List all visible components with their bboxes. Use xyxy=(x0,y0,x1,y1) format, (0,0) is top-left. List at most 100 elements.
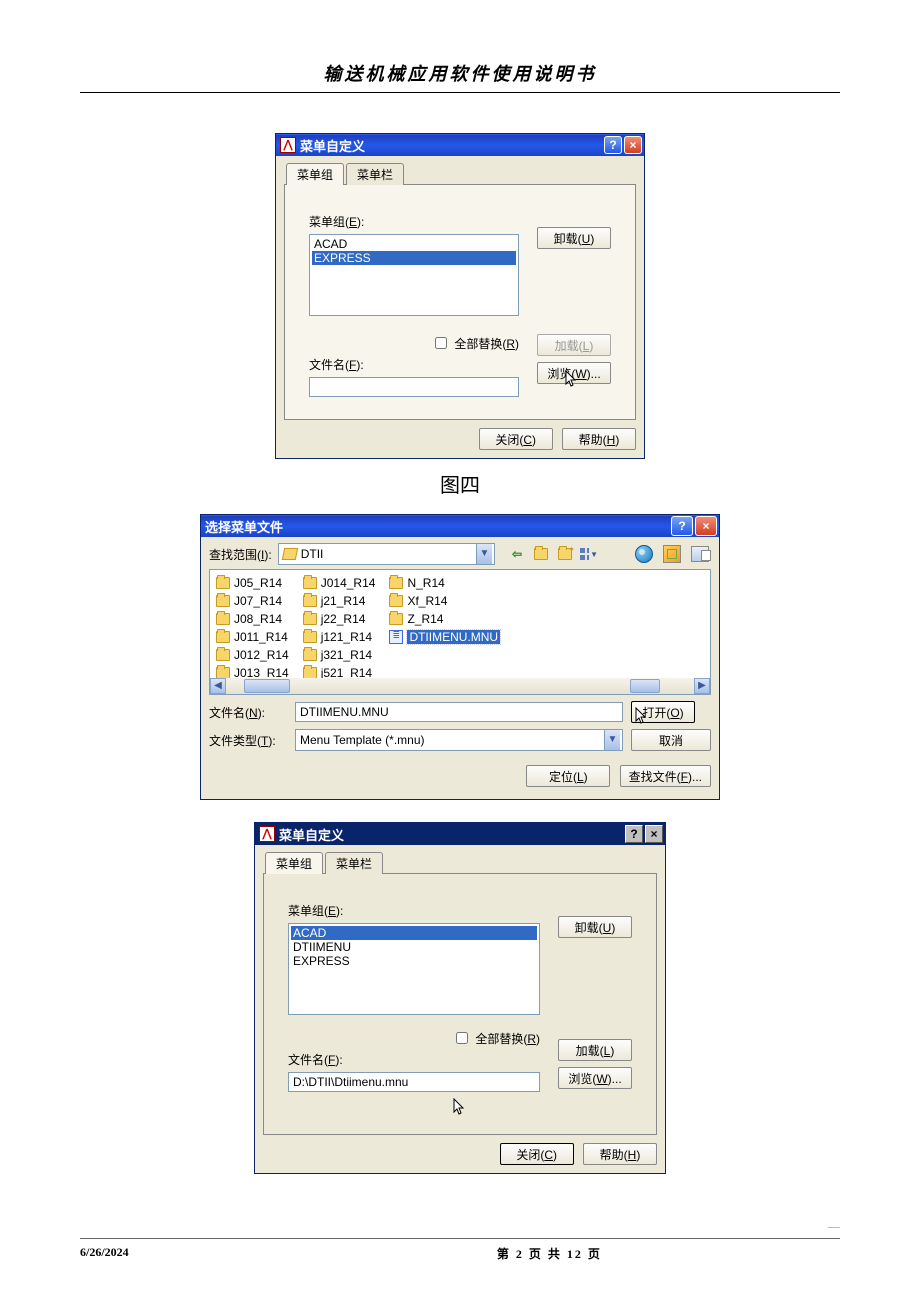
file-item-label: Xf_R14 xyxy=(407,594,447,608)
chevron-down-icon[interactable]: ▼ xyxy=(476,544,492,564)
page-footer: — 6/26/2024 第 2 页 共 12 页 xyxy=(80,1219,840,1262)
close-icon[interactable]: × xyxy=(624,136,642,154)
tab-menu-bar[interactable]: 菜单栏 xyxy=(346,163,404,185)
open-button[interactable]: 打开(O) xyxy=(631,701,695,723)
menu-customize-dialog-1: ⋀ 菜单自定义 ? × 菜单组 菜单栏 菜单组(E): xyxy=(275,133,645,459)
help-icon[interactable]: ? xyxy=(604,136,622,154)
app-icon: ⋀ xyxy=(259,826,275,842)
file-item[interactable]: j121_R14 xyxy=(303,628,376,646)
web-folder-icon[interactable] xyxy=(633,543,655,565)
file-item[interactable]: J014_R14 xyxy=(303,574,376,592)
help-button[interactable]: 帮助(H) xyxy=(562,428,636,450)
dialog3-title: 菜单自定义 xyxy=(279,825,344,844)
cancel-button[interactable]: 取消 xyxy=(631,729,711,751)
file-item-label: N_R14 xyxy=(407,576,444,590)
dialog3-titlebar[interactable]: ⋀ 菜单自定义 ? × xyxy=(255,823,665,845)
help-icon[interactable]: ? xyxy=(671,516,693,536)
listbox-item-dtiimenu[interactable]: DTIIMENU xyxy=(291,940,537,954)
folder-icon xyxy=(389,595,403,607)
listbox-item-acad[interactable]: ACAD xyxy=(291,926,537,940)
tab-menu-bar[interactable]: 菜单栏 xyxy=(325,852,383,874)
browse-button[interactable]: 浏览(W)... xyxy=(558,1067,632,1089)
file-open-dialog: 选择菜单文件 ? × 查找范围(I): DTII ▼ ⇦ xyxy=(200,514,720,800)
file-item-label: J05_R14 xyxy=(234,576,282,590)
replace-all-label: 全部替换(R) xyxy=(475,1030,540,1047)
tab-menu-group[interactable]: 菜单组 xyxy=(265,852,323,874)
scroll-thumb[interactable] xyxy=(244,679,290,693)
close-button[interactable]: 关闭(C) xyxy=(479,428,553,450)
menu-group-label: 菜单组(E): xyxy=(288,902,540,919)
file-list[interactable]: J05_R14 J07_R14 J08_R14 J011_R14J012_R14 J01… xyxy=(209,569,711,695)
file-item-selected[interactable]: DTIIMENU.MNU xyxy=(389,628,500,646)
filetype-value: Menu Template (*.mnu) xyxy=(300,733,600,747)
file-item[interactable]: Xf_R14 xyxy=(389,592,500,610)
unload-button[interactable]: 卸载(U) xyxy=(558,916,632,938)
close-icon[interactable]: × xyxy=(695,516,717,536)
file-item-label: j321_R14 xyxy=(321,648,372,662)
listbox-item-acad[interactable]: ACAD xyxy=(312,237,516,251)
views-toggle-icon[interactable] xyxy=(661,543,683,565)
filetype-combo[interactable]: Menu Template (*.mnu) ▼ xyxy=(295,729,623,751)
load-button[interactable]: 加载(L) xyxy=(558,1039,632,1061)
lookin-combo[interactable]: DTII ▼ xyxy=(278,543,495,565)
file-dialog-titlebar[interactable]: 选择菜单文件 ? × xyxy=(201,515,719,537)
help-button[interactable]: 帮助(H) xyxy=(583,1143,657,1165)
file-item[interactable]: J012_R14 xyxy=(216,646,289,664)
up-folder-icon[interactable] xyxy=(531,544,551,564)
file-item[interactable]: J05_R14 xyxy=(216,574,289,592)
file-item[interactable]: j321_R14 xyxy=(303,646,376,664)
help-icon[interactable]: ? xyxy=(625,825,643,843)
close-button[interactable]: 关闭(C) xyxy=(500,1143,574,1165)
file-item-label: J08_R14 xyxy=(234,612,282,626)
new-folder-icon[interactable] xyxy=(555,544,575,564)
mouse-cursor-icon xyxy=(453,1098,467,1116)
folder-icon xyxy=(216,649,230,661)
scroll-left-icon[interactable]: ◀ xyxy=(210,678,226,694)
menu-group-listbox[interactable]: ACAD EXPRESS xyxy=(309,234,519,316)
preview-toggle-icon[interactable] xyxy=(689,543,711,565)
load-button: 加载(L) xyxy=(537,334,611,356)
file-name-input[interactable] xyxy=(309,377,519,397)
footer-date: 6/26/2024 xyxy=(80,1245,129,1262)
listbox-item-express[interactable]: EXPRESS xyxy=(291,954,537,968)
file-item[interactable]: Z_R14 xyxy=(389,610,500,628)
file-item[interactable]: J08_R14 xyxy=(216,610,289,628)
replace-all-checkbox[interactable] xyxy=(435,337,447,349)
back-icon[interactable]: ⇦ xyxy=(507,544,527,564)
file-item-label: j22_R14 xyxy=(321,612,366,626)
figure-4-caption: 图四 xyxy=(80,469,840,498)
file-item[interactable]: J07_R14 xyxy=(216,592,289,610)
folder-icon xyxy=(389,613,403,625)
tab-menu-group[interactable]: 菜单组 xyxy=(286,163,344,185)
find-file-button[interactable]: 查找文件(F)... xyxy=(620,765,711,787)
menu-group-listbox[interactable]: ACAD DTIIMENU EXPRESS xyxy=(288,923,540,1015)
chevron-down-icon[interactable]: ▼ xyxy=(604,730,620,750)
horizontal-scrollbar[interactable]: ◀ ▶ xyxy=(210,678,710,694)
open-folder-icon xyxy=(281,548,298,560)
file-item-label: DTIIMENU.MNU xyxy=(407,630,500,644)
browse-button[interactable]: 浏览(W)... xyxy=(537,362,611,384)
scroll-thumb-2[interactable] xyxy=(630,679,660,693)
file-item[interactable]: j22_R14 xyxy=(303,610,376,628)
file-dialog-title: 选择菜单文件 xyxy=(205,517,283,536)
close-icon[interactable]: × xyxy=(645,825,663,843)
folder-icon xyxy=(303,577,317,589)
file-name-label: 文件名(F): xyxy=(309,356,519,373)
file-name-input[interactable] xyxy=(288,1072,540,1092)
filename-label: 文件名(N): xyxy=(209,704,287,721)
file-item-label: j121_R14 xyxy=(321,630,372,644)
file-item[interactable]: N_R14 xyxy=(389,574,500,592)
scroll-right-icon[interactable]: ▶ xyxy=(694,678,710,694)
unload-button[interactable]: 卸载(U) xyxy=(537,227,611,249)
footer-page: 第 2 页 共 12 页 xyxy=(497,1245,602,1262)
folder-icon xyxy=(389,577,403,589)
replace-all-checkbox[interactable] xyxy=(456,1032,468,1044)
filename-input[interactable] xyxy=(295,702,623,722)
filetype-label: 文件类型(T): xyxy=(209,732,287,749)
locate-button[interactable]: 定位(L) xyxy=(526,765,610,787)
listbox-item-express[interactable]: EXPRESS xyxy=(312,251,516,265)
file-item[interactable]: J011_R14 xyxy=(216,628,289,646)
file-item[interactable]: j21_R14 xyxy=(303,592,376,610)
dialog1-titlebar[interactable]: ⋀ 菜单自定义 ? × xyxy=(276,134,644,156)
views-icon[interactable]: ▼ xyxy=(579,544,599,564)
